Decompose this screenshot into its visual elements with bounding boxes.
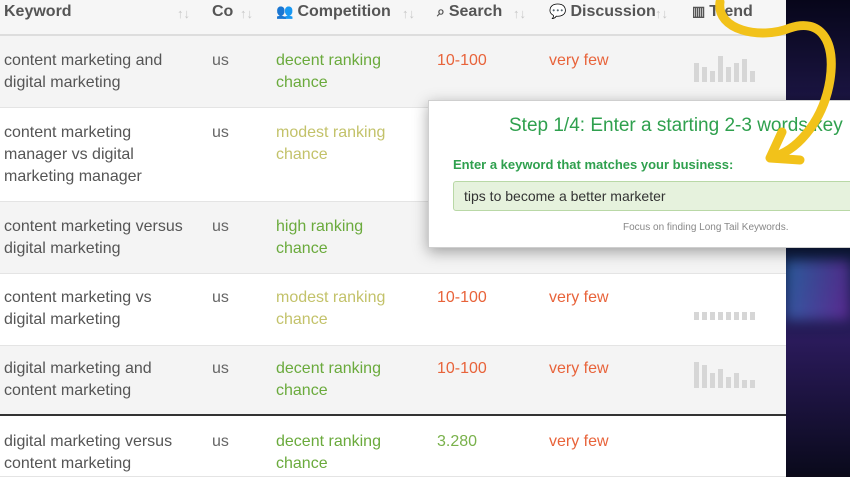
trend-sparkline [694,52,758,82]
col-search-label: Search [448,3,503,20]
trend-bar [710,373,715,388]
search-cell: 3.280 [437,433,478,450]
competition-cell: decent ranking chance [276,433,381,472]
trend-bar [750,380,755,388]
col-keyword-header[interactable]: Keyword [4,3,72,21]
trend-bar [734,312,739,320]
keyword-cell[interactable]: content marketing vs digital marketing [4,287,194,331]
sort-arrow-icon[interactable]: ↑↓ [402,6,415,21]
col-competition-header[interactable]: 👥 Competition [276,3,391,21]
trend-bar [702,67,707,82]
trend-bar [718,312,723,320]
users-icon: 👥 [276,3,294,19]
search-cell: 10-100 [437,52,487,69]
discussion-cell: very few [549,433,609,450]
competition-cell: decent ranking chance [276,52,381,91]
trend-bar [726,312,731,320]
trend-bar [734,373,739,388]
trend-bar [694,362,699,388]
country-cell: us [212,289,229,306]
keyword-input[interactable]: tips to become a better marketer [453,181,850,211]
trend-bar [694,312,699,320]
discussion-cell: very few [549,360,609,377]
search-cell: 10-100 [437,289,487,306]
country-cell: us [212,52,229,69]
trend-bar [718,56,723,82]
table-header: Keyword ↑↓ Co ↑↓ 👥 Competition ↑↓ ⌕ Search… [0,0,786,36]
bar-chart-icon: ▥ [692,3,706,19]
trend-bar [742,312,747,320]
country-cell: us [212,124,229,141]
modal-hint: Focus on finding Long Tail Keywords. [623,222,789,233]
comments-icon: 💬 [549,3,567,19]
country-cell: us [212,433,229,450]
keyword-cell[interactable]: content marketing and digital marketing [4,50,194,94]
keyword-cell[interactable]: content marketing versus digital marketi… [4,216,194,260]
col-trend-header[interactable]: ▥ Trend [692,3,753,21]
table-row[interactable]: content marketing and digital marketing … [0,36,786,108]
trend-bar [750,71,755,82]
keyword-step-modal: Step 1/4: Enter a starting 2-3 words key… [428,100,850,248]
discussion-cell: very few [549,289,609,306]
keyword-input-label: Enter a keyword that matches your busine… [453,157,734,172]
trend-bar [742,59,747,82]
col-discussion-label: Discussion [570,3,656,20]
col-search-header[interactable]: ⌕ Search [437,3,502,21]
trend-bar [710,71,715,82]
trend-bar [726,377,731,388]
search-cell: 10-100 [437,360,487,377]
trend-bar [726,67,731,82]
trend-bar [702,312,707,320]
trend-bar [742,380,747,388]
trend-bar [750,312,755,320]
col-discussion-header[interactable]: 💬 Discussion [549,3,656,21]
col-country-header[interactable]: Co [212,3,233,21]
competition-cell: high ranking chance [276,218,364,257]
trend-sparkline [694,358,758,388]
trend-bar [710,312,715,320]
competition-cell: modest ranking chance [276,289,386,328]
country-cell: us [212,360,229,377]
competition-cell: decent ranking chance [276,360,381,399]
search-icon: ⌕ [437,3,445,19]
keyword-cell[interactable]: digital marketing versus content marketi… [4,431,194,475]
sort-arrow-icon[interactable]: ↑↓ [655,6,668,21]
modal-title: Step 1/4: Enter a starting 2-3 words key [509,115,843,136]
table-row[interactable]: digital marketing versus content marketi… [0,414,786,477]
trend-bar [694,63,699,82]
table-row[interactable]: content marketing vs digital marketing u… [0,274,786,346]
sort-arrow-icon[interactable]: ↑↓ [513,6,526,21]
trend-bar [702,365,707,388]
discussion-cell: very few [549,52,609,69]
trend-sparkline [694,290,758,320]
table-row[interactable]: digital marketing and content marketing … [0,346,786,415]
country-cell: us [212,218,229,235]
trend-bar [718,369,723,388]
keyword-cell[interactable]: digital marketing and content marketing [4,358,194,402]
keyword-cell[interactable]: content marketing manager vs digital mar… [4,122,194,188]
col-competition-label: Competition [297,3,391,20]
competition-cell: modest ranking chance [276,124,386,163]
sort-arrow-icon[interactable]: ↑↓ [177,6,190,21]
col-trend-label: Trend [709,3,753,20]
sort-arrow-icon[interactable]: ↑↓ [240,6,253,21]
trend-bar [734,63,739,82]
